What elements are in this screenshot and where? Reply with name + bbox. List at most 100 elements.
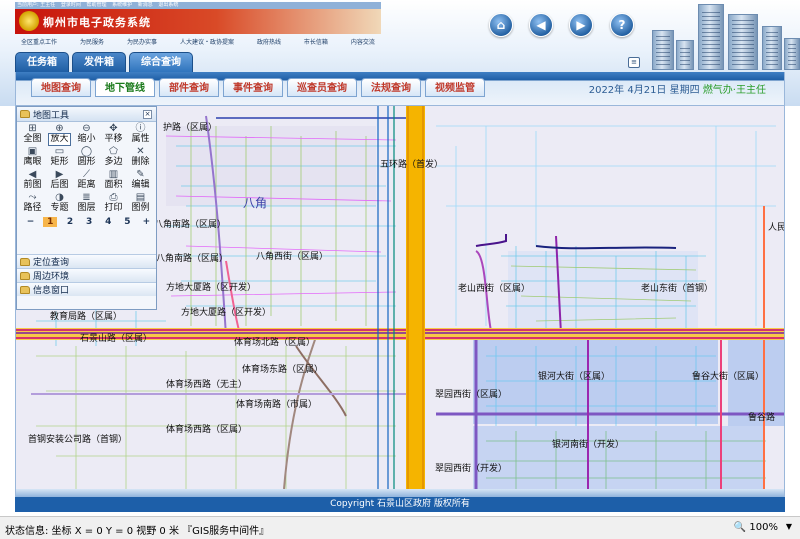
site-nav-item[interactable]: 内容交流	[351, 37, 375, 49]
arrow-left-icon: ◀	[536, 18, 546, 32]
tool-delete[interactable]: ✕ 删除	[127, 146, 154, 169]
arrow-right-icon: ▶	[576, 18, 586, 32]
tool-pan[interactable]: ✥ 平移	[100, 123, 127, 146]
tool-label: 前图	[23, 180, 42, 190]
tool-eagle-eye[interactable]: ▣ 鹰眼	[19, 146, 46, 169]
tab-map-query[interactable]: 地图查询	[31, 78, 91, 97]
pan-icon: ✥	[109, 123, 118, 134]
tool-full-extent[interactable]: ⊞ 全图	[19, 123, 46, 146]
tool-polygon[interactable]: ⬠ 多边	[100, 146, 127, 169]
tool-layers[interactable]: ≣ 图层	[73, 192, 100, 215]
question-icon: ?	[618, 18, 626, 32]
map-label: 翠园西街（开发）	[435, 464, 508, 474]
zoom-level-1[interactable]: 1	[43, 217, 58, 227]
tool-circle[interactable]: ◯ 圆形	[73, 146, 100, 169]
map-label: 体育场东路（区属）	[242, 365, 324, 375]
accordion-label: 周边环境	[33, 272, 70, 282]
tool-edit[interactable]: ✎ 编辑	[127, 169, 154, 192]
close-icon[interactable]: ×	[143, 110, 152, 119]
site-nav-item[interactable]: 为民服务	[80, 37, 104, 49]
tool-grid: ⊞ 全图 ⊕ 放大 ⊖ 缩小 ✥ 平移 ⓘ 属性 ▣ 鹰眼 ▭ 矩形 ◯ 圆形 ⬠ 多边 ✕ 删除 ◀ 前图 ▶ 后图 ⟋ 距离 ▥…	[17, 122, 156, 215]
tool-thematic[interactable]: ◑ 专题	[46, 192, 73, 215]
circle-icon: ◯	[80, 146, 93, 157]
accordion-location-query[interactable]: 定位查询	[17, 254, 156, 268]
zoom-level-5[interactable]: 5	[118, 217, 137, 227]
top-link[interactable]: 系统维护	[112, 2, 132, 8]
tool-label: 圆形	[77, 157, 96, 167]
home-icon: ⌂	[496, 18, 506, 32]
chevron-down-icon[interactable]: ▼	[786, 522, 792, 531]
zoom-level-minus[interactable]: −	[21, 217, 40, 227]
zoom-level-4[interactable]: 4	[99, 217, 118, 227]
tool-next-view[interactable]: ▶ 后图	[46, 169, 73, 192]
zoom-level-plus[interactable]: +	[137, 217, 156, 227]
tab-regulation-query[interactable]: 法规查询	[361, 78, 421, 97]
map-label: 体育场西路（无主）	[166, 380, 248, 390]
map-label: 体育场北路（区属）	[234, 338, 316, 348]
tool-label: 路径	[23, 203, 42, 213]
site-nav-item[interactable]: 全区重点工作	[21, 37, 57, 49]
site-nav-item[interactable]: 为民办实事	[127, 37, 157, 49]
home-button[interactable]: ⌂	[489, 13, 513, 37]
top-link[interactable]: 登录时间	[61, 2, 81, 8]
system-title: 柳州市电子政务系统	[43, 16, 151, 29]
tool-previous-view[interactable]: ◀ 前图	[19, 169, 46, 192]
tool-label: 编辑	[131, 180, 150, 190]
polygon-icon: ⬠	[109, 146, 118, 157]
tool-route[interactable]: ⤳ 路径	[19, 192, 46, 215]
tab-video-monitoring[interactable]: 视频监管	[425, 78, 485, 97]
accordion-info-window[interactable]: 信息窗口	[17, 282, 156, 296]
tab-comprehensive-query[interactable]: 综合查询	[129, 52, 193, 72]
tab-inspector-query[interactable]: 巡查员查询	[287, 78, 357, 97]
map-label: 银河大街（区属）	[538, 372, 611, 382]
site-nav-item[interactable]: 政府热线	[257, 37, 281, 49]
next-view-icon: ▶	[55, 169, 64, 180]
zoom-level-2[interactable]: 2	[60, 217, 79, 227]
tool-label: 删除	[131, 157, 150, 167]
tab-inbox[interactable]: 任务箱	[15, 52, 69, 72]
tab-outbox[interactable]: 发件箱	[72, 52, 126, 72]
zoom-level-3[interactable]: 3	[80, 217, 99, 227]
map-tools-header[interactable]: 地图工具 ×	[17, 107, 156, 122]
forward-button[interactable]: ▶	[569, 13, 593, 37]
map-label: 老山东街（首钢）	[641, 284, 714, 294]
map-view[interactable]: 护路（区属） 五环路（首发） 八角 八角南路（区属） 八角西街（区属） 八角南路…	[15, 106, 785, 489]
rectangle-icon: ▭	[54, 146, 65, 157]
tool-print[interactable]: ⎙ 打印	[100, 192, 127, 215]
message-icon[interactable]: ≡	[628, 57, 640, 68]
zoom-level-readout[interactable]: 🔍 100%	[734, 522, 778, 533]
tool-label: 专题	[50, 203, 69, 213]
tab-underground-pipelines[interactable]: 地下管线	[95, 78, 155, 97]
help-button[interactable]: ?	[610, 13, 634, 37]
site-nav-item[interactable]: 人大建议・政协提案	[180, 37, 234, 49]
tool-area[interactable]: ▥ 面积	[100, 169, 127, 192]
folder-icon	[20, 285, 30, 294]
top-link[interactable]: 新消息	[138, 2, 153, 8]
top-link[interactable]: 退出系统	[158, 2, 178, 8]
map-label: 护路（区属）	[163, 123, 218, 133]
tool-zoom-in[interactable]: ⊕ 放大	[46, 123, 73, 146]
top-link[interactable]: 帮助管理	[86, 2, 106, 8]
footer-divider	[15, 489, 785, 497]
site-nav-item[interactable]: 市长信箱	[304, 37, 328, 49]
tool-distance[interactable]: ⟋ 距离	[73, 169, 100, 192]
tool-label: 属性	[131, 134, 150, 144]
tab-component-query[interactable]: 部件查询	[159, 78, 219, 97]
map-tools-title: 地图工具	[33, 110, 70, 121]
accordion-surroundings[interactable]: 周边环境	[17, 268, 156, 282]
tool-rectangle[interactable]: ▭ 矩形	[46, 146, 73, 169]
tool-attributes[interactable]: ⓘ 属性	[127, 123, 154, 146]
tool-label: 缩小	[77, 134, 96, 144]
top-link[interactable]: 当前用户: 王主任	[17, 2, 55, 8]
back-button[interactable]: ◀	[529, 13, 553, 37]
edit-icon: ✎	[136, 169, 145, 180]
tool-zoom-out[interactable]: ⊖ 缩小	[73, 123, 100, 146]
tool-legend[interactable]: ▤ 图例	[127, 192, 154, 215]
map-label: 鲁谷大街（区属）	[692, 372, 765, 382]
map-label: 方地大厦路（区开发）	[181, 308, 272, 318]
tool-label: 鹰眼	[23, 157, 42, 167]
header: 当前用户: 王主任 登录时间 帮助管理 系统维护 新消息 退出系统 柳州市电子政…	[0, 0, 800, 106]
tool-label: 图层	[77, 203, 96, 213]
magnifier-icon: 🔍	[733, 522, 747, 533]
tab-event-query[interactable]: 事件查询	[223, 78, 283, 97]
